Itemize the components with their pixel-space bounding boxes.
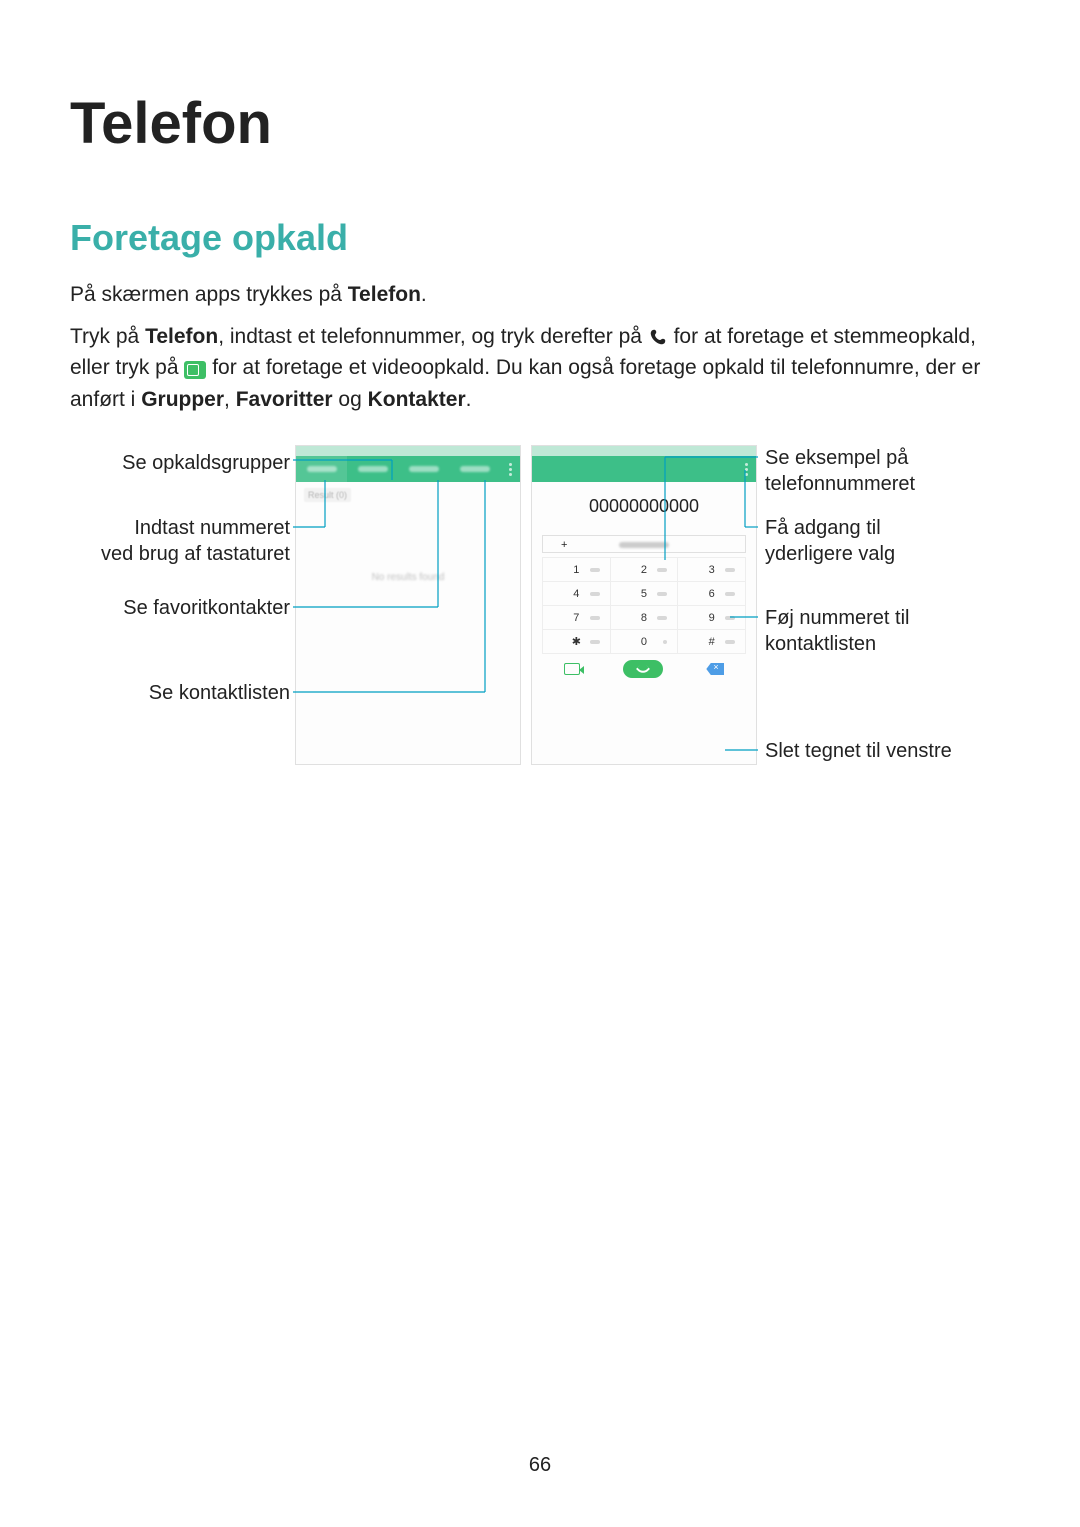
diagram: Se opkaldsgrupper Indtast nummeret ved b… bbox=[105, 445, 975, 805]
add-to-contacts-button[interactable] bbox=[542, 535, 746, 553]
intro-suffix: . bbox=[421, 283, 427, 306]
more-options-button[interactable] bbox=[500, 462, 520, 477]
body-b3: Favoritter bbox=[236, 388, 333, 411]
body-s2: og bbox=[333, 388, 368, 411]
more-options-button-r[interactable] bbox=[736, 462, 756, 477]
callout-add-contact: Føj nummeret til kontaktlisten bbox=[765, 605, 965, 657]
page-title: Telefon bbox=[70, 90, 1010, 157]
body-s1: , bbox=[224, 388, 236, 411]
page-number: 66 bbox=[0, 1454, 1080, 1477]
video-call-button[interactable] bbox=[564, 663, 580, 675]
section-heading: Foretage opkald bbox=[70, 217, 1010, 259]
tab-groups[interactable] bbox=[347, 456, 398, 482]
keypad: 1 2 3 4 5 6 7 8 9 ✱ 0 # bbox=[542, 557, 746, 654]
body-b2: Grupper bbox=[141, 388, 224, 411]
intro-text: På skærmen apps trykkes på bbox=[70, 283, 348, 306]
tab-favorites-r[interactable] bbox=[634, 456, 685, 482]
tab-contacts[interactable] bbox=[449, 456, 500, 482]
key-2[interactable]: 2 bbox=[611, 558, 679, 582]
body-b1: Telefon bbox=[145, 325, 218, 348]
key-0[interactable]: 0 bbox=[611, 630, 679, 654]
body-end: . bbox=[466, 388, 472, 411]
key-7[interactable]: 7 bbox=[543, 606, 611, 630]
body-p1: Tryk på bbox=[70, 325, 145, 348]
key-star[interactable]: ✱ bbox=[543, 630, 611, 654]
callout-contacts: Se kontaktlisten bbox=[95, 680, 290, 706]
body-p2: , indtast et telefonnummer, og tryk dere… bbox=[218, 325, 648, 348]
key-4[interactable]: 4 bbox=[543, 582, 611, 606]
call-button[interactable] bbox=[623, 660, 663, 678]
tab-keypad[interactable] bbox=[296, 456, 347, 482]
callout-preview: Se eksempel på telefonnummeret bbox=[765, 445, 965, 497]
tab-keypad-r[interactable] bbox=[532, 456, 583, 482]
callout-more-options: Få adgang til yderligere valg bbox=[765, 515, 965, 567]
number-display: 00000000000 bbox=[532, 496, 756, 517]
key-3[interactable]: 3 bbox=[678, 558, 746, 582]
intro-bold: Telefon bbox=[348, 283, 421, 306]
backspace-button[interactable] bbox=[706, 663, 724, 675]
phone-icon bbox=[648, 325, 668, 345]
key-1[interactable]: 1 bbox=[543, 558, 611, 582]
results-label: Result (0) bbox=[304, 488, 351, 502]
key-5[interactable]: 5 bbox=[611, 582, 679, 606]
tab-groups-r[interactable] bbox=[583, 456, 634, 482]
key-8[interactable]: 8 bbox=[611, 606, 679, 630]
video-call-icon bbox=[184, 361, 206, 379]
tab-favorites[interactable] bbox=[398, 456, 449, 482]
intro-paragraph: På skærmen apps trykkes på Telefon. bbox=[70, 279, 1010, 311]
body-b4: Kontakter bbox=[368, 388, 466, 411]
key-hash[interactable]: # bbox=[678, 630, 746, 654]
callout-keypad: Indtast nummeret ved brug af tastaturet bbox=[75, 515, 290, 567]
callout-backspace: Slet tegnet til venstre bbox=[765, 738, 985, 764]
body-paragraph: Tryk på Telefon, indtast et telefonnumme… bbox=[70, 321, 1010, 416]
no-results-text: No results found bbox=[304, 572, 512, 583]
phone-screenshot-right: 00000000000 1 2 3 4 5 6 7 8 9 ✱ 0 # bbox=[531, 445, 757, 765]
callout-favorites: Se favoritkontakter bbox=[95, 595, 290, 621]
phone-screenshot-left: Result (0) No results found bbox=[295, 445, 521, 765]
tab-contacts-r[interactable] bbox=[685, 456, 736, 482]
key-9[interactable]: 9 bbox=[678, 606, 746, 630]
callout-groups: Se opkaldsgrupper bbox=[95, 450, 290, 476]
key-6[interactable]: 6 bbox=[678, 582, 746, 606]
